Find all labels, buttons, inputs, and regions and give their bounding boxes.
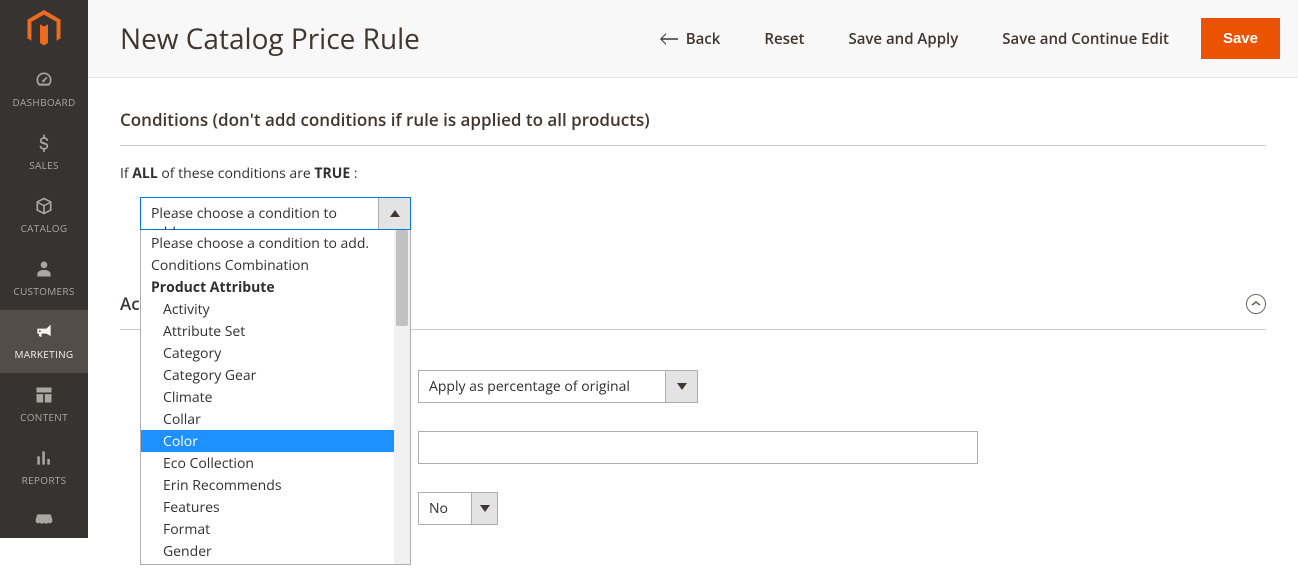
aggregator-all[interactable]: ALL	[132, 164, 157, 183]
main-content: New Catalog Price Rule Back Reset Save a…	[88, 0, 1298, 538]
condition-select-box[interactable]: Please choose a condition to add.	[140, 197, 411, 230]
apply-field-row: Apply as percentage of original	[418, 370, 1266, 403]
chart-icon	[33, 448, 55, 468]
condition-option[interactable]: Collar	[141, 408, 394, 430]
dropdown-scrollbar[interactable]	[394, 230, 410, 564]
apply-select[interactable]: Apply as percentage of original	[418, 370, 698, 403]
apply-select-toggle[interactable]	[665, 371, 697, 402]
back-button[interactable]: Back	[638, 19, 743, 59]
triangle-down-icon	[677, 383, 687, 390]
dropdown-scrollbar-thumb[interactable]	[396, 230, 408, 326]
page-title: New Catalog Price Rule	[120, 20, 638, 58]
condition-option[interactable]: Format	[141, 518, 394, 540]
conditions-summary-line: If ALL of these conditions are TRUE :	[120, 164, 1266, 183]
condition-option[interactable]: Please choose a condition to add.	[141, 232, 394, 254]
discount-field-row	[418, 431, 1266, 464]
condition-option[interactable]: Features	[141, 496, 394, 518]
page-header: New Catalog Price Rule Back Reset Save a…	[88, 0, 1298, 78]
sidebar-label: DASHBOARD	[12, 95, 75, 109]
condition-select-text: Please choose a condition to add.	[141, 198, 378, 229]
arrow-left-icon	[660, 32, 678, 46]
condition-option[interactable]: Color	[141, 430, 394, 452]
triangle-down-icon	[480, 505, 490, 512]
megaphone-icon	[33, 322, 55, 342]
stores-icon	[33, 511, 55, 531]
discard-select[interactable]: No	[418, 492, 498, 525]
condition-option[interactable]: Category Gear	[141, 364, 394, 386]
layout-icon	[33, 385, 55, 405]
discount-amount-input[interactable]	[418, 431, 978, 464]
sidebar-item-catalog[interactable]: CATALOG	[0, 184, 88, 247]
sidebar-label: CONTENT	[20, 410, 68, 424]
condition-option[interactable]: Conditions Combination	[141, 254, 394, 276]
sidebar-label: CUSTOMERS	[13, 284, 74, 298]
condition-option: Product Attribute	[141, 276, 394, 298]
conditions-section-title: Conditions (don't add conditions if rule…	[120, 108, 1266, 146]
admin-sidebar: DASHBOARD SALES CATALOG CUSTOMERS MARKET…	[0, 0, 88, 538]
discard-select-toggle[interactable]	[471, 493, 497, 524]
dollar-icon	[33, 133, 55, 153]
condition-option[interactable]: Attribute Set	[141, 320, 394, 342]
sidebar-label: REPORTS	[22, 473, 67, 487]
box-icon	[33, 196, 55, 216]
condition-option[interactable]: Category	[141, 342, 394, 364]
apply-select-text: Apply as percentage of original	[419, 371, 665, 402]
save-continue-button[interactable]: Save and Continue Edit	[980, 19, 1191, 59]
main-panel: Conditions (don't add conditions if rule…	[88, 78, 1298, 583]
condition-option[interactable]: Erin Recommends	[141, 474, 394, 496]
value-true[interactable]: TRUE	[314, 164, 350, 183]
condition-option[interactable]: Climate	[141, 386, 394, 408]
collapse-icon[interactable]	[1246, 294, 1266, 314]
person-icon	[33, 259, 55, 279]
condition-dropdown-list: Please choose a condition to add.Conditi…	[141, 230, 394, 564]
discard-field-row: No	[418, 492, 1266, 525]
magento-logo[interactable]	[0, 0, 88, 58]
sidebar-item-stores[interactable]	[0, 499, 88, 538]
sidebar-label: MARKETING	[15, 347, 74, 361]
discard-select-text: No	[419, 493, 471, 524]
condition-option[interactable]: Eco Collection	[141, 452, 394, 474]
toolbar-actions: Back Reset Save and Apply Save and Conti…	[638, 18, 1298, 59]
sidebar-label: CATALOG	[21, 221, 68, 235]
chevron-up-icon	[1251, 300, 1261, 307]
sidebar-item-dashboard[interactable]: DASHBOARD	[0, 58, 88, 121]
sidebar-item-customers[interactable]: CUSTOMERS	[0, 247, 88, 310]
save-button[interactable]: Save	[1201, 18, 1280, 59]
condition-select-toggle[interactable]	[378, 198, 410, 229]
sidebar-item-reports[interactable]: REPORTS	[0, 436, 88, 499]
back-label: Back	[686, 29, 721, 49]
triangle-up-icon	[390, 210, 400, 217]
condition-dropdown: Please choose a condition to add.Conditi…	[140, 230, 411, 565]
dashboard-icon	[33, 70, 55, 90]
sidebar-label: SALES	[29, 158, 59, 172]
actions-section-label: Ac	[120, 292, 140, 315]
save-continue-label: Save and Continue Edit	[1002, 29, 1169, 49]
condition-option[interactable]: Activity	[141, 298, 394, 320]
sidebar-item-content[interactable]: CONTENT	[0, 373, 88, 436]
magento-logo-icon	[27, 10, 61, 48]
condition-option[interactable]: Gender	[141, 540, 394, 562]
reset-label: Reset	[764, 29, 804, 49]
reset-button[interactable]: Reset	[742, 19, 826, 59]
save-apply-label: Save and Apply	[848, 29, 958, 49]
condition-select[interactable]: Please choose a condition to add. Please…	[140, 197, 411, 230]
save-apply-button[interactable]: Save and Apply	[826, 19, 980, 59]
sidebar-item-sales[interactable]: SALES	[0, 121, 88, 184]
sidebar-item-marketing[interactable]: MARKETING	[0, 310, 88, 373]
